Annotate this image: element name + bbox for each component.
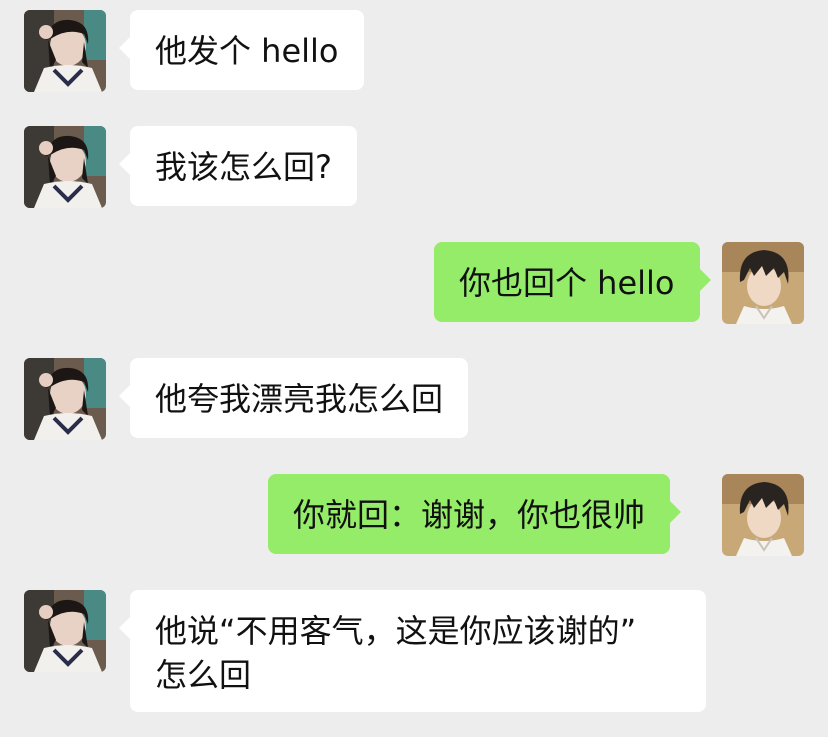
bubble-tail (669, 500, 682, 524)
message-text: 你就回：谢谢，你也很帅 (293, 496, 646, 534)
message-text-line: 他说“不用客气，这是你应该谢的” (155, 612, 637, 650)
chat-window: 他发个 hello 我该怎么回? 你也回个 hello 他夸我漂亮我怎么回 你就… (0, 0, 828, 737)
bubble-tail (119, 616, 131, 640)
message-bubble[interactable]: 你也回个 hello (434, 242, 711, 322)
girl-avatar[interactable] (24, 590, 106, 672)
message-bubble[interactable]: 他说“不用客气，这是你应该谢的” 怎么回 (119, 590, 706, 712)
message-text: 他发个 hello (155, 32, 339, 70)
message-text: 我该怎么回? (155, 148, 332, 186)
girl-avatar[interactable] (24, 10, 106, 92)
message-text: 你也回个 hello (459, 264, 675, 302)
girl-avatar[interactable] (24, 358, 106, 440)
boy-avatar[interactable] (722, 474, 804, 556)
bubble-tail (698, 268, 711, 292)
bubble-tail (119, 384, 131, 408)
girl-avatar[interactable] (24, 126, 106, 208)
message-text-line: 怎么回 (155, 656, 252, 694)
message-bubble[interactable]: 他发个 hello (119, 10, 364, 90)
message-bubble[interactable]: 他夸我漂亮我怎么回 (119, 358, 469, 438)
message-bubble[interactable]: 我该怎么回? (119, 126, 357, 206)
bubble-tail (119, 36, 131, 60)
message-text: 他夸我漂亮我怎么回 (155, 380, 444, 418)
bubble-tail (119, 152, 131, 176)
boy-avatar[interactable] (722, 242, 804, 324)
message-bubble[interactable]: 你就回：谢谢，你也很帅 (268, 474, 682, 554)
